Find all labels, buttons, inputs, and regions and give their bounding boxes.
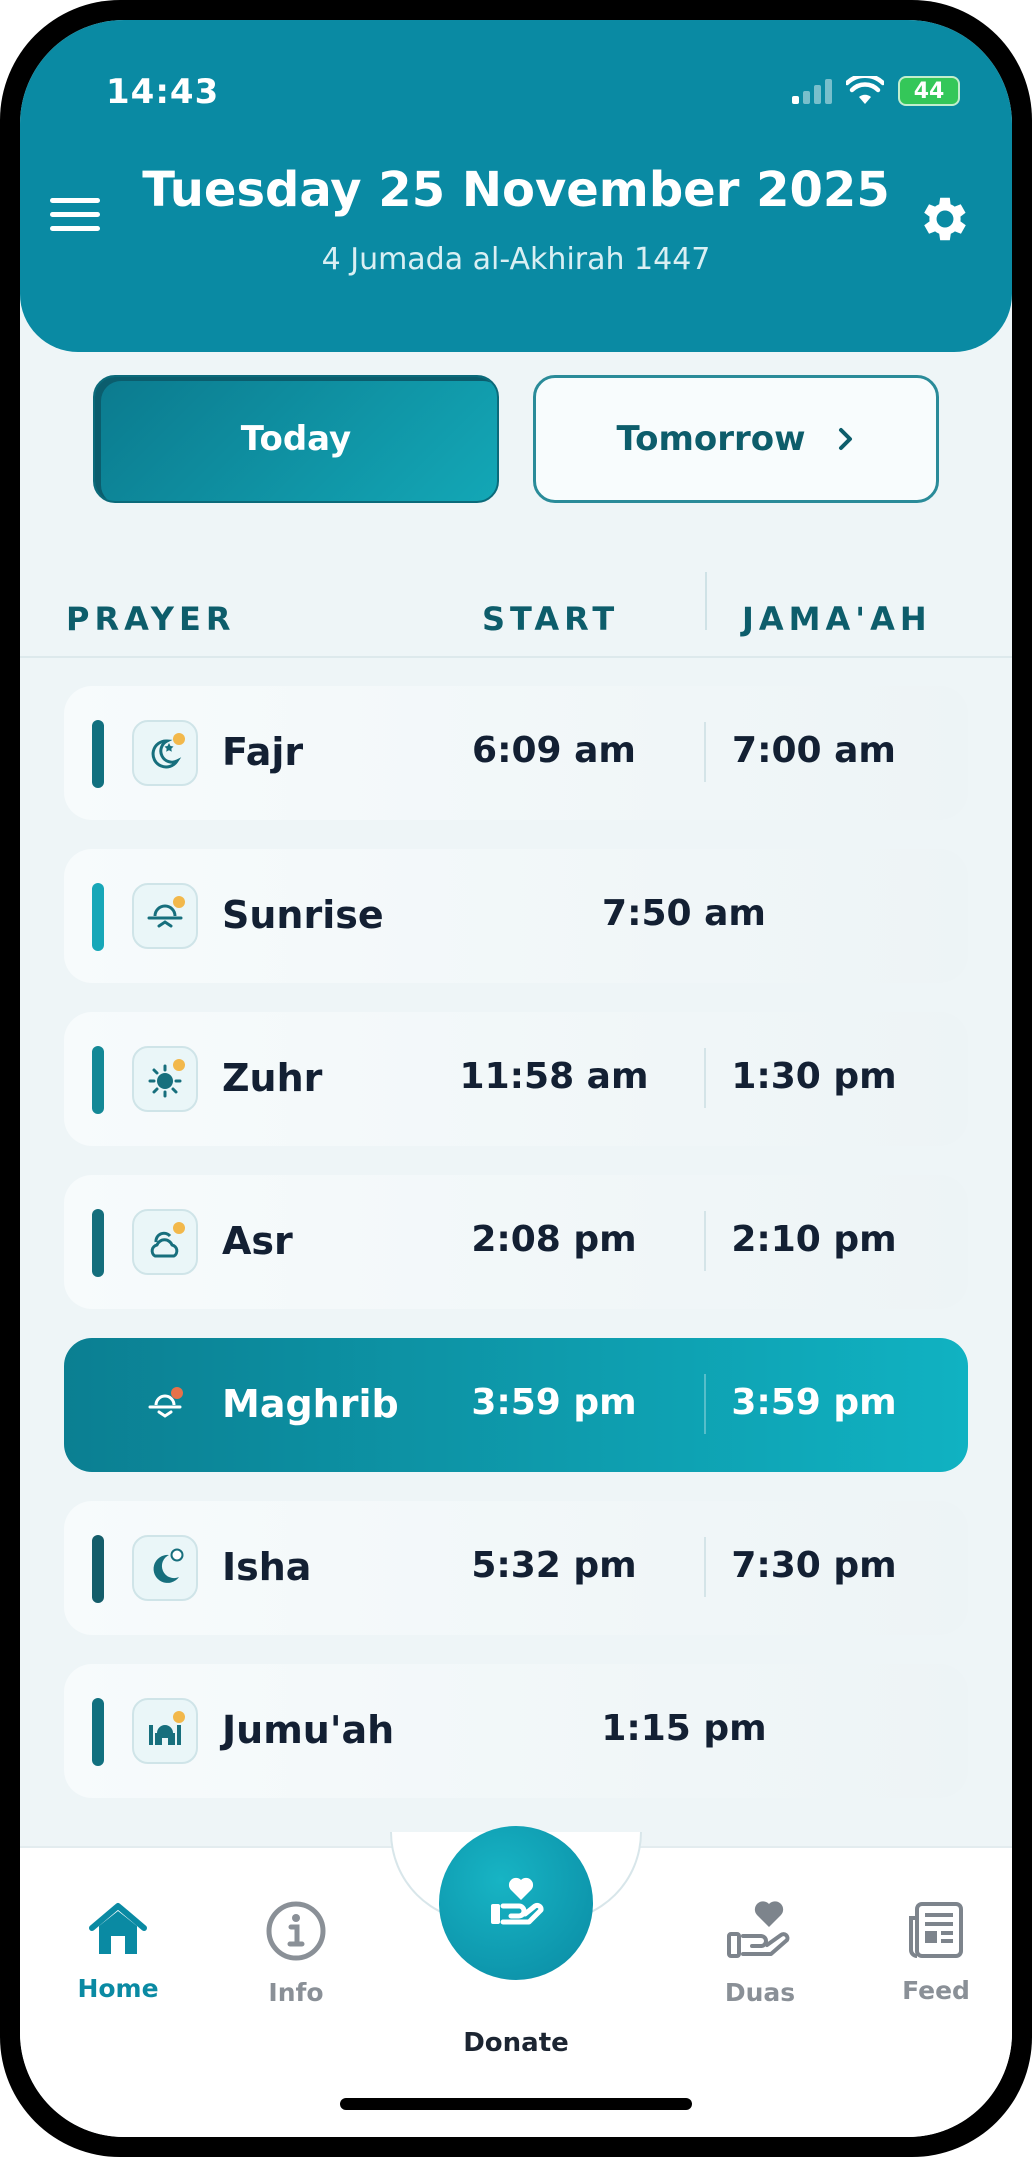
status-icons: 44 (792, 76, 960, 106)
nav-duas-label: Duas (724, 1978, 796, 2007)
start-time: 5:32 pm (471, 1545, 637, 1586)
donate-hand-heart-icon (491, 1877, 544, 1925)
nav-home-label: Home (77, 1974, 159, 2003)
crescent-moon-icon (132, 1535, 198, 1601)
prayer-name: Zuhr (222, 1056, 323, 1100)
jamaah-time: 3:59 pm (731, 1382, 897, 1423)
sun-icon (132, 1046, 198, 1112)
row-indicator (92, 1698, 104, 1766)
column-header-start: START (482, 600, 620, 638)
column-divider (704, 722, 706, 782)
device-frame: 14:43 44 Tuesday 25 November 2025 4 Juma… (0, 0, 1032, 2157)
app-screen: 14:43 44 Tuesday 25 November 2025 4 Juma… (20, 20, 1012, 2137)
app-header: 14:43 44 Tuesday 25 November 2025 4 Juma… (20, 20, 1012, 352)
hijri-date: 4 Jumada al-Akhirah 1447 (321, 242, 711, 277)
prayer-name: Isha (222, 1545, 312, 1589)
moon-star-icon (132, 720, 198, 786)
prayer-name: Fajr (222, 730, 304, 774)
mosque-icon (132, 1698, 198, 1764)
tomorrow-button[interactable]: Tomorrow (533, 375, 939, 503)
prayer-row-asr[interactable]: Asr 2:08 pm 2:10 pm (64, 1175, 968, 1309)
sun-cloud-icon (132, 1209, 198, 1275)
prayer-row-isha[interactable]: Isha 5:32 pm 7:30 pm (64, 1501, 968, 1635)
row-indicator (92, 720, 104, 788)
row-indicator (92, 1209, 104, 1277)
prayer-row-fajr[interactable]: Fajr 6:09 am 7:00 am (64, 686, 968, 820)
gear-icon[interactable] (916, 190, 974, 248)
today-button[interactable]: Today (93, 375, 499, 503)
header-divider (20, 656, 1012, 658)
wifi-icon (846, 76, 884, 104)
prayer-row-maghrib[interactable]: Maghrib 3:59 pm 3:59 pm (64, 1338, 968, 1472)
prayer-row-jumuah[interactable]: Jumu'ah 1:15 pm (64, 1664, 968, 1798)
start-time: 1:15 pm (601, 1708, 767, 1749)
jamaah-time: 7:30 pm (731, 1545, 897, 1586)
start-time: 6:09 am (472, 730, 636, 771)
prayer-name: Jumu'ah (222, 1708, 395, 1752)
donate-button[interactable] (439, 1826, 593, 1980)
start-time: 11:58 am (459, 1056, 649, 1097)
nav-duas[interactable]: Duas (690, 1900, 830, 2007)
jamaah-time: 2:10 pm (731, 1219, 897, 1260)
column-divider (704, 1537, 706, 1597)
row-indicator (92, 1046, 104, 1114)
nav-feed[interactable]: Feed (866, 1900, 1006, 2005)
row-indicator (92, 883, 104, 951)
sunset-icon (132, 1372, 198, 1438)
nav-donate-label: Donate (463, 2028, 569, 2058)
chevron-right-icon (838, 428, 852, 450)
sunrise-icon (132, 883, 198, 949)
column-header-jamaah: JAMA'AH (742, 600, 932, 638)
prayer-name: Maghrib (222, 1382, 399, 1426)
signal-icon (792, 78, 832, 104)
status-time: 14:43 (106, 72, 220, 112)
start-time: 7:50 am (602, 893, 766, 934)
column-divider (704, 1048, 706, 1108)
prayer-row-zuhr[interactable]: Zuhr 11:58 am 1:30 pm (64, 1012, 968, 1146)
page-title: Tuesday 25 November 2025 (142, 162, 890, 218)
nav-home[interactable]: Home (48, 1900, 188, 2003)
home-icon (89, 1903, 147, 1954)
row-indicator (92, 1535, 104, 1603)
jamaah-time: 7:00 am (732, 730, 896, 771)
prayer-row-sunrise[interactable]: Sunrise 7:50 am (64, 849, 968, 983)
column-header-prayer: PRAYER (66, 600, 236, 638)
nav-info-label: Info (268, 1978, 324, 2007)
today-label: Today (240, 419, 352, 459)
info-icon (266, 1901, 326, 1961)
battery-icon: 44 (898, 76, 960, 106)
column-divider (704, 1211, 706, 1271)
nav-feed-label: Feed (902, 1976, 970, 2005)
newspaper-icon (909, 1902, 963, 1958)
start-time: 2:08 pm (471, 1219, 637, 1260)
row-indicator (92, 1372, 104, 1440)
column-divider (704, 1374, 706, 1434)
prayer-name: Sunrise (222, 893, 384, 937)
start-time: 3:59 pm (471, 1382, 637, 1423)
prayer-name: Asr (222, 1219, 293, 1263)
jamaah-time: 1:30 pm (731, 1056, 897, 1097)
nav-info[interactable]: Info (226, 1900, 366, 2007)
hand-heart-icon (727, 1901, 790, 1958)
home-indicator (340, 2098, 692, 2110)
column-divider (705, 572, 707, 630)
tomorrow-label: Tomorrow (616, 419, 806, 459)
